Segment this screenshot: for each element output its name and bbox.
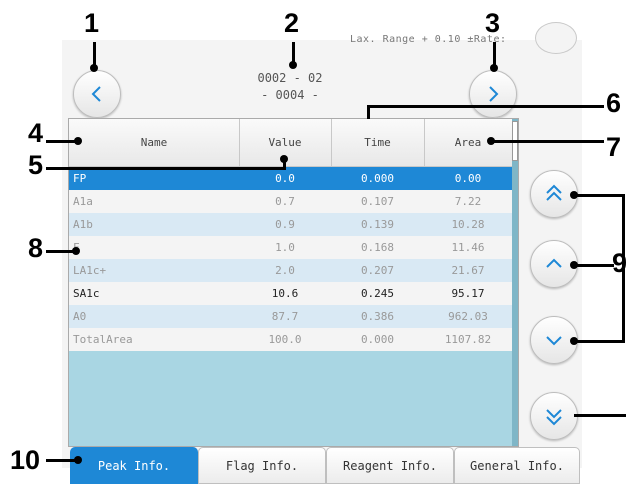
tab-reagent-info[interactable]: Reagent Info. xyxy=(326,447,454,484)
tab-flag-info[interactable]: Flag Info. xyxy=(198,447,326,484)
table-cell-name: F xyxy=(73,236,233,259)
table-cell-time: 0.139 xyxy=(360,218,395,231)
table-cell-name: FP xyxy=(73,172,87,185)
callout-5-riser xyxy=(283,159,286,169)
table-cell-value: 2.0 xyxy=(275,264,295,277)
table-cell-area: 21.67 xyxy=(451,264,485,277)
table-cell-area: 0.00 xyxy=(454,172,482,185)
table-row[interactable]: LA1c+ 2.0 0.207 21.67 xyxy=(69,259,512,282)
rack-line-1: 0002 - 02 xyxy=(257,71,323,85)
column-header-time[interactable]: Time xyxy=(331,119,425,166)
table-cell-area: 95.17 xyxy=(451,287,485,300)
callout-1: 1 xyxy=(84,8,100,38)
table-cell-area: 1107.82 xyxy=(444,333,492,346)
page-down-button[interactable] xyxy=(530,392,578,440)
callout-9-leader-c xyxy=(574,340,624,343)
callout-8: 8 xyxy=(28,233,44,263)
table-cell-time: 0.386 xyxy=(360,310,395,323)
column-header-name[interactable]: Name xyxy=(69,119,240,166)
next-button[interactable] xyxy=(469,70,517,118)
top-right-control-edge xyxy=(535,22,577,54)
chevron-right-icon xyxy=(489,86,499,102)
callout-7-dot xyxy=(487,137,495,145)
table-cell-time: 0.107 xyxy=(360,195,395,208)
double-chevron-down-icon xyxy=(546,409,562,426)
status-text: Lax. Range + 0.10 ±Rate: xyxy=(350,34,507,45)
table-cell-value: 10.6 xyxy=(271,287,299,300)
table-cell-name: A0 xyxy=(73,310,87,323)
callout-8-dot xyxy=(72,247,80,255)
callout-2: 2 xyxy=(284,8,300,38)
table-row[interactable]: A1a 0.7 0.107 7.22 xyxy=(69,190,512,213)
table-row[interactable]: F 1.0 0.168 11.46 xyxy=(69,236,512,259)
callout-7: 7 xyxy=(606,132,622,162)
page-down-leader xyxy=(574,414,626,417)
callout-3-dot xyxy=(490,64,498,72)
callout-10-leader xyxy=(46,459,76,462)
table-cell-area: 11.46 xyxy=(451,241,485,254)
table-cell-area: 10.28 xyxy=(451,218,485,231)
table-cell-value: 0.0 xyxy=(275,172,295,185)
table-cell-value: 0.7 xyxy=(275,195,295,208)
table-cell-name: TotalArea xyxy=(73,333,133,346)
callout-4: 4 xyxy=(28,118,44,148)
rack-line-2: - 0004 - xyxy=(261,88,319,102)
table-row[interactable]: A0 87.7 0.386 962.03 xyxy=(69,305,512,328)
callout-6: 6 xyxy=(606,88,622,118)
table-header: Name Value Time Area xyxy=(69,119,512,167)
table-cell-area: 962.03 xyxy=(448,310,488,323)
callout-5: 5 xyxy=(28,150,44,180)
chevron-left-icon xyxy=(91,86,101,102)
callout-10: 10 xyxy=(10,445,41,475)
callout-2-dot xyxy=(289,61,297,69)
table-cell-time: 0.000 xyxy=(360,172,395,185)
tab-general-info[interactable]: General Info. xyxy=(454,447,580,484)
previous-button[interactable] xyxy=(73,70,121,118)
tab-peak-info[interactable]: Peak Info. xyxy=(70,447,198,484)
callout-9-bracket xyxy=(622,194,625,343)
callout-4-leader xyxy=(46,140,76,143)
table-scrollbar[interactable] xyxy=(512,119,518,446)
callout-6-riser xyxy=(367,105,370,119)
callout-9-leader-b xyxy=(574,264,614,267)
table-cell-value: 87.7 xyxy=(271,310,299,323)
callout-3: 3 xyxy=(485,8,501,38)
table-row[interactable]: TotalArea 100.0 0.000 1107.82 xyxy=(69,328,512,351)
table-row[interactable]: FP 0.0 0.000 0.00 xyxy=(69,167,512,190)
callout-9-leader-a xyxy=(574,194,624,197)
table-cell-time: 0.207 xyxy=(360,264,395,277)
callout-10-dot xyxy=(74,456,82,464)
callout-4-dot xyxy=(74,137,82,145)
callout-6-leader xyxy=(368,105,604,108)
table-cell-name: SA1c xyxy=(73,287,100,300)
table-cell-value: 0.9 xyxy=(275,218,295,231)
table-cell-time: 0.000 xyxy=(360,333,395,346)
callout-5-leader xyxy=(46,167,286,170)
table-cell-name: A1b xyxy=(73,218,93,231)
table-cell-name: A1a xyxy=(73,195,93,208)
table-cell-value: 1.0 xyxy=(275,241,295,254)
table-row[interactable]: SA1c 10.6 0.245 95.17 xyxy=(69,282,512,305)
table-cell-area: 7.22 xyxy=(454,195,482,208)
callout-7-leader xyxy=(492,140,604,143)
callout-1-dot xyxy=(90,64,98,72)
table-cell-time: 0.168 xyxy=(360,241,395,254)
rack-position: 0002 - 02 - 0004 - xyxy=(230,70,350,104)
table-cell-value: 100.0 xyxy=(268,333,302,346)
table-row[interactable]: A1b 0.9 0.139 10.28 xyxy=(69,213,512,236)
callout-8-leader xyxy=(46,250,74,253)
table-cell-name: LA1c+ xyxy=(73,264,107,277)
table-cell-time: 0.245 xyxy=(360,287,395,300)
